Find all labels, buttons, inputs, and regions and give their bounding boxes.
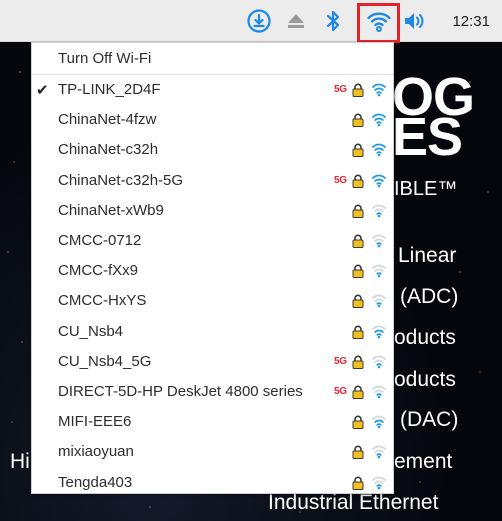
network-ssid: MIFI-EEE6 bbox=[58, 413, 132, 431]
wallpaper-text-es: ES bbox=[392, 107, 463, 167]
lock-icon bbox=[352, 294, 364, 309]
network-ssid: CMCC-fXx9 bbox=[58, 262, 139, 280]
network-item[interactable]: ChinaNet-c32h bbox=[32, 135, 393, 165]
wifi-signal-icon bbox=[372, 173, 386, 188]
wallpaper-text-linear: Linear bbox=[398, 244, 457, 267]
network-ssid: mixiaoyuan bbox=[58, 443, 134, 461]
network-item[interactable]: ChinaNet-c32h-5G 5G bbox=[32, 166, 393, 196]
turn-off-wifi-item[interactable]: Turn Off Wi-Fi bbox=[32, 44, 393, 74]
wallpaper-text-products1: oducts bbox=[394, 326, 456, 349]
taskbar: 12:31 bbox=[0, 0, 502, 43]
download-icon[interactable] bbox=[246, 0, 272, 42]
wallpaper-text-adc: (ADC) bbox=[400, 285, 459, 308]
wallpaper-text-ement: ement bbox=[394, 450, 453, 473]
wifi-icon[interactable] bbox=[360, 0, 397, 42]
network-item[interactable]: CU_Nsb4_5G 5G bbox=[32, 347, 393, 377]
band-5g-badge: 5G bbox=[334, 386, 347, 397]
network-item[interactable]: CMCC-HxYS bbox=[32, 286, 393, 316]
wifi-signal-icon bbox=[372, 414, 386, 429]
wallpaper-text-products2: oducts bbox=[394, 368, 456, 391]
network-ssid: DIRECT-5D-HP DeskJet 4800 series bbox=[58, 383, 303, 400]
network-ssid: ChinaNet-4fzw bbox=[58, 111, 157, 129]
network-item[interactable]: ChinaNet-xWb9 bbox=[32, 196, 393, 226]
network-ssid: ChinaNet-c32h-5G bbox=[58, 171, 184, 189]
lock-icon bbox=[352, 445, 364, 460]
network-item[interactable]: ChinaNet-4fzw bbox=[32, 105, 393, 135]
lock-icon bbox=[352, 385, 364, 399]
turn-off-wifi-label: Turn Off Wi-Fi bbox=[58, 50, 152, 67]
network-ssid: CMCC-0712 bbox=[58, 232, 142, 249]
lock-icon bbox=[352, 234, 364, 248]
wifi-signal-icon bbox=[372, 324, 386, 339]
network-item[interactable]: CMCC-fXx9 bbox=[32, 256, 393, 286]
lock-icon bbox=[352, 143, 364, 158]
lock-icon bbox=[352, 355, 364, 369]
wifi-signal-icon bbox=[372, 142, 386, 157]
band-5g-badge: 5G bbox=[334, 355, 347, 367]
wallpaper-text-dac: (DAC) bbox=[400, 408, 459, 431]
network-ssid: CMCC-HxYS bbox=[58, 292, 147, 310]
wifi-signal-icon bbox=[372, 293, 386, 308]
lock-icon bbox=[352, 83, 364, 97]
lock-icon bbox=[352, 264, 364, 279]
eject-icon[interactable] bbox=[284, 0, 308, 42]
connected-check-icon: ✔ bbox=[36, 82, 49, 99]
band-5g-badge: 5G bbox=[334, 174, 347, 186]
wifi-signal-icon bbox=[372, 112, 386, 127]
network-item[interactable]: CU_Nsb4 bbox=[32, 317, 393, 347]
network-item[interactable]: ✔ TP-LINK_2D4F 5G bbox=[32, 75, 393, 105]
lock-icon bbox=[352, 204, 364, 218]
network-ssid: CU_Nsb4 bbox=[58, 322, 124, 340]
network-item[interactable]: DIRECT-5D-HP DeskJet 4800 series 5G bbox=[32, 377, 393, 407]
wifi-signal-icon bbox=[372, 233, 386, 248]
network-ssid: ChinaNet-c32h bbox=[58, 141, 159, 159]
wifi-signal-icon bbox=[372, 354, 386, 369]
wifi-signal-icon bbox=[372, 203, 386, 218]
lock-icon bbox=[352, 174, 364, 188]
clock[interactable]: 12:31 bbox=[452, 0, 490, 42]
wallpaper-text-ible: IBLE™ bbox=[394, 178, 458, 200]
wifi-signal-icon bbox=[372, 82, 386, 97]
lock-icon bbox=[352, 113, 364, 128]
network-item[interactable]: mixiaoyuan bbox=[32, 437, 393, 467]
wifi-signal-icon bbox=[372, 263, 386, 278]
network-ssid: Tengda403 bbox=[58, 473, 133, 491]
lock-icon bbox=[352, 415, 364, 430]
volume-icon[interactable] bbox=[402, 0, 430, 42]
bluetooth-icon[interactable] bbox=[322, 0, 344, 42]
lock-icon bbox=[352, 476, 364, 490]
network-item[interactable]: MIFI-EEE6 bbox=[32, 407, 393, 437]
lock-icon bbox=[352, 325, 364, 339]
wifi-network-menu: Turn Off Wi-Fi ✔ TP-LINK_2D4F 5G ChinaNet-4… bbox=[31, 42, 394, 494]
wifi-signal-icon bbox=[372, 384, 386, 399]
wifi-signal-icon bbox=[372, 444, 386, 459]
network-ssid: CU_Nsb4_5G bbox=[58, 352, 152, 370]
band-5g-badge: 5G bbox=[334, 84, 347, 95]
wallpaper-text-hi: Hi bbox=[10, 450, 30, 473]
network-item[interactable]: Tengda403 bbox=[32, 468, 393, 498]
wifi-signal-icon bbox=[372, 475, 386, 490]
network-item[interactable]: CMCC-0712 bbox=[32, 226, 393, 256]
network-ssid: ChinaNet-xWb9 bbox=[58, 201, 164, 219]
network-ssid: TP-LINK_2D4F bbox=[58, 81, 161, 98]
